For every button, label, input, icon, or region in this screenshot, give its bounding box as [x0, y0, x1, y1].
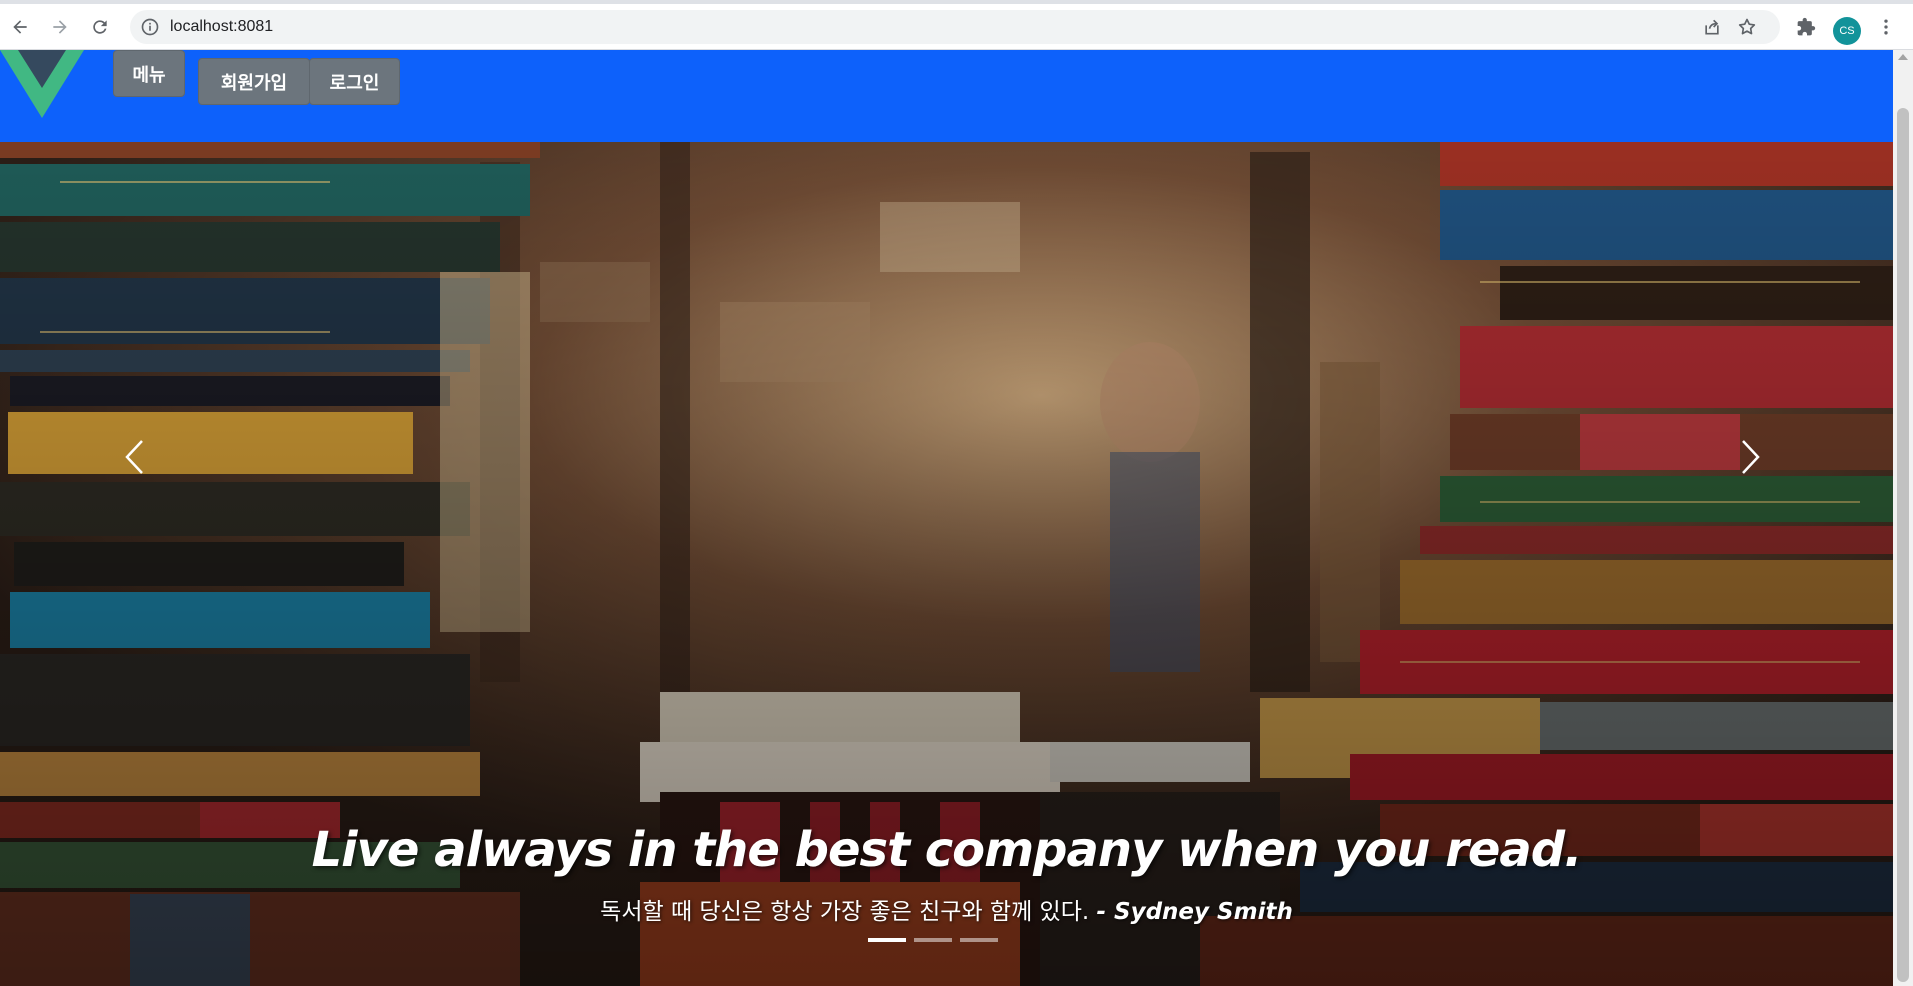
- info-icon[interactable]: [140, 17, 160, 37]
- star-icon[interactable]: [1737, 17, 1757, 37]
- caption-quote-korean: 독서할 때 당신은 항상 가장 좋은 친구와 함께 있다.: [600, 899, 1097, 925]
- share-icon[interactable]: [1702, 17, 1722, 37]
- chevron-left-icon: [125, 440, 143, 474]
- carousel-caption-subtitle: 독서할 때 당신은 항상 가장 좋은 친구와 함께 있다. - Sydney S…: [0, 892, 1893, 926]
- top-navbar: 메뉴 회원가입 로그인: [0, 50, 1893, 142]
- carousel-caption-title: Live always in the best company when you…: [311, 822, 1583, 878]
- scroll-up-arrow-icon[interactable]: [1898, 54, 1908, 60]
- forward-arrow-icon[interactable]: [44, 11, 76, 43]
- page-viewport: 메뉴 회원가입 로그인 Live always in the best comp…: [0, 50, 1893, 986]
- scrollbar-thumb[interactable]: [1897, 108, 1909, 982]
- hero-carousel: Live always in the best company when you…: [0, 142, 1893, 986]
- chevron-right-icon: [1742, 440, 1760, 474]
- carousel-indicator-2[interactable]: [914, 938, 952, 942]
- url-text: localhost:8081: [170, 18, 274, 35]
- profile-avatar[interactable]: CS: [1833, 17, 1861, 45]
- carousel-indicator-1[interactable]: [868, 938, 906, 942]
- caption-author: - Sydney Smith: [1096, 899, 1293, 925]
- address-bar[interactable]: localhost:8081: [130, 10, 1780, 44]
- login-button[interactable]: 로그인: [309, 58, 400, 105]
- carousel-next-button[interactable]: [1720, 422, 1780, 492]
- more-vert-icon[interactable]: [1870, 11, 1902, 43]
- carousel-indicator-3[interactable]: [960, 938, 998, 942]
- carousel-prev-button[interactable]: [105, 422, 165, 492]
- page-scrollbar[interactable]: [1893, 50, 1913, 986]
- carousel-indicators: [868, 938, 1028, 944]
- menu-button[interactable]: 메뉴: [113, 50, 185, 97]
- signup-button[interactable]: 회원가입: [198, 58, 310, 105]
- reload-icon[interactable]: [84, 11, 116, 43]
- back-arrow-icon[interactable]: [4, 11, 36, 43]
- browser-toolbar: localhost:8081 CS: [0, 4, 1913, 50]
- vue-logo-icon[interactable]: [0, 50, 84, 118]
- extensions-icon[interactable]: [1790, 11, 1822, 43]
